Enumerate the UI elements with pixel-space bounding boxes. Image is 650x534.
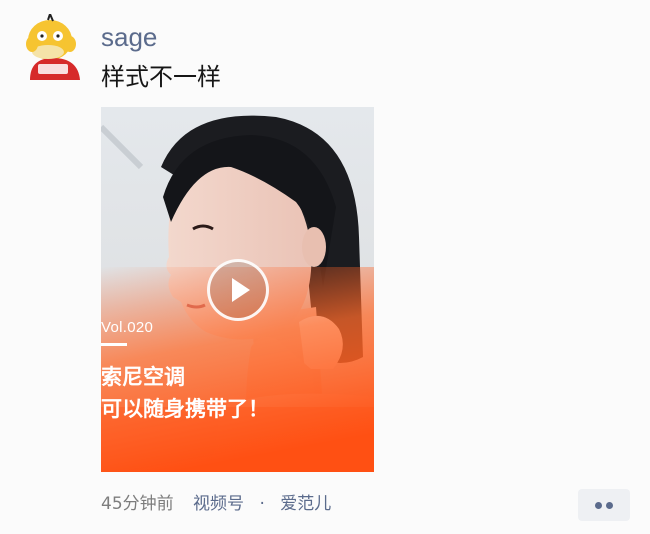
volume-label: Vol.020 — [101, 319, 154, 336]
volume-divider — [101, 343, 127, 346]
duck-avatar-icon — [26, 14, 80, 80]
moment-post: sage 样式不一样 Vol.020 索尼空调 可以随身携带了！ 45分钟前 视… — [0, 0, 650, 534]
play-icon — [232, 278, 250, 302]
play-button[interactable] — [207, 259, 269, 321]
video-headline-line2: 可以随身携带了！ — [101, 397, 269, 421]
avatar[interactable] — [20, 14, 86, 80]
username[interactable]: sage — [101, 20, 157, 54]
video-thumbnail[interactable]: Vol.020 索尼空调 可以随身携带了！ — [101, 107, 374, 472]
author-link[interactable]: 爱范儿 — [280, 492, 331, 516]
meta-separator: · — [259, 494, 265, 514]
more-dots-icon — [595, 502, 602, 509]
more-button[interactable] — [578, 489, 630, 521]
video-headline-line1: 索尼空调 — [101, 365, 185, 389]
channel-link[interactable]: 视频号 — [193, 492, 244, 516]
post-text: 样式不一样 — [101, 63, 221, 91]
post-time: 45分钟前 — [101, 494, 174, 514]
post-meta: 45分钟前 视频号 · 爱范儿 — [101, 492, 331, 516]
more-dots-icon — [606, 502, 613, 509]
